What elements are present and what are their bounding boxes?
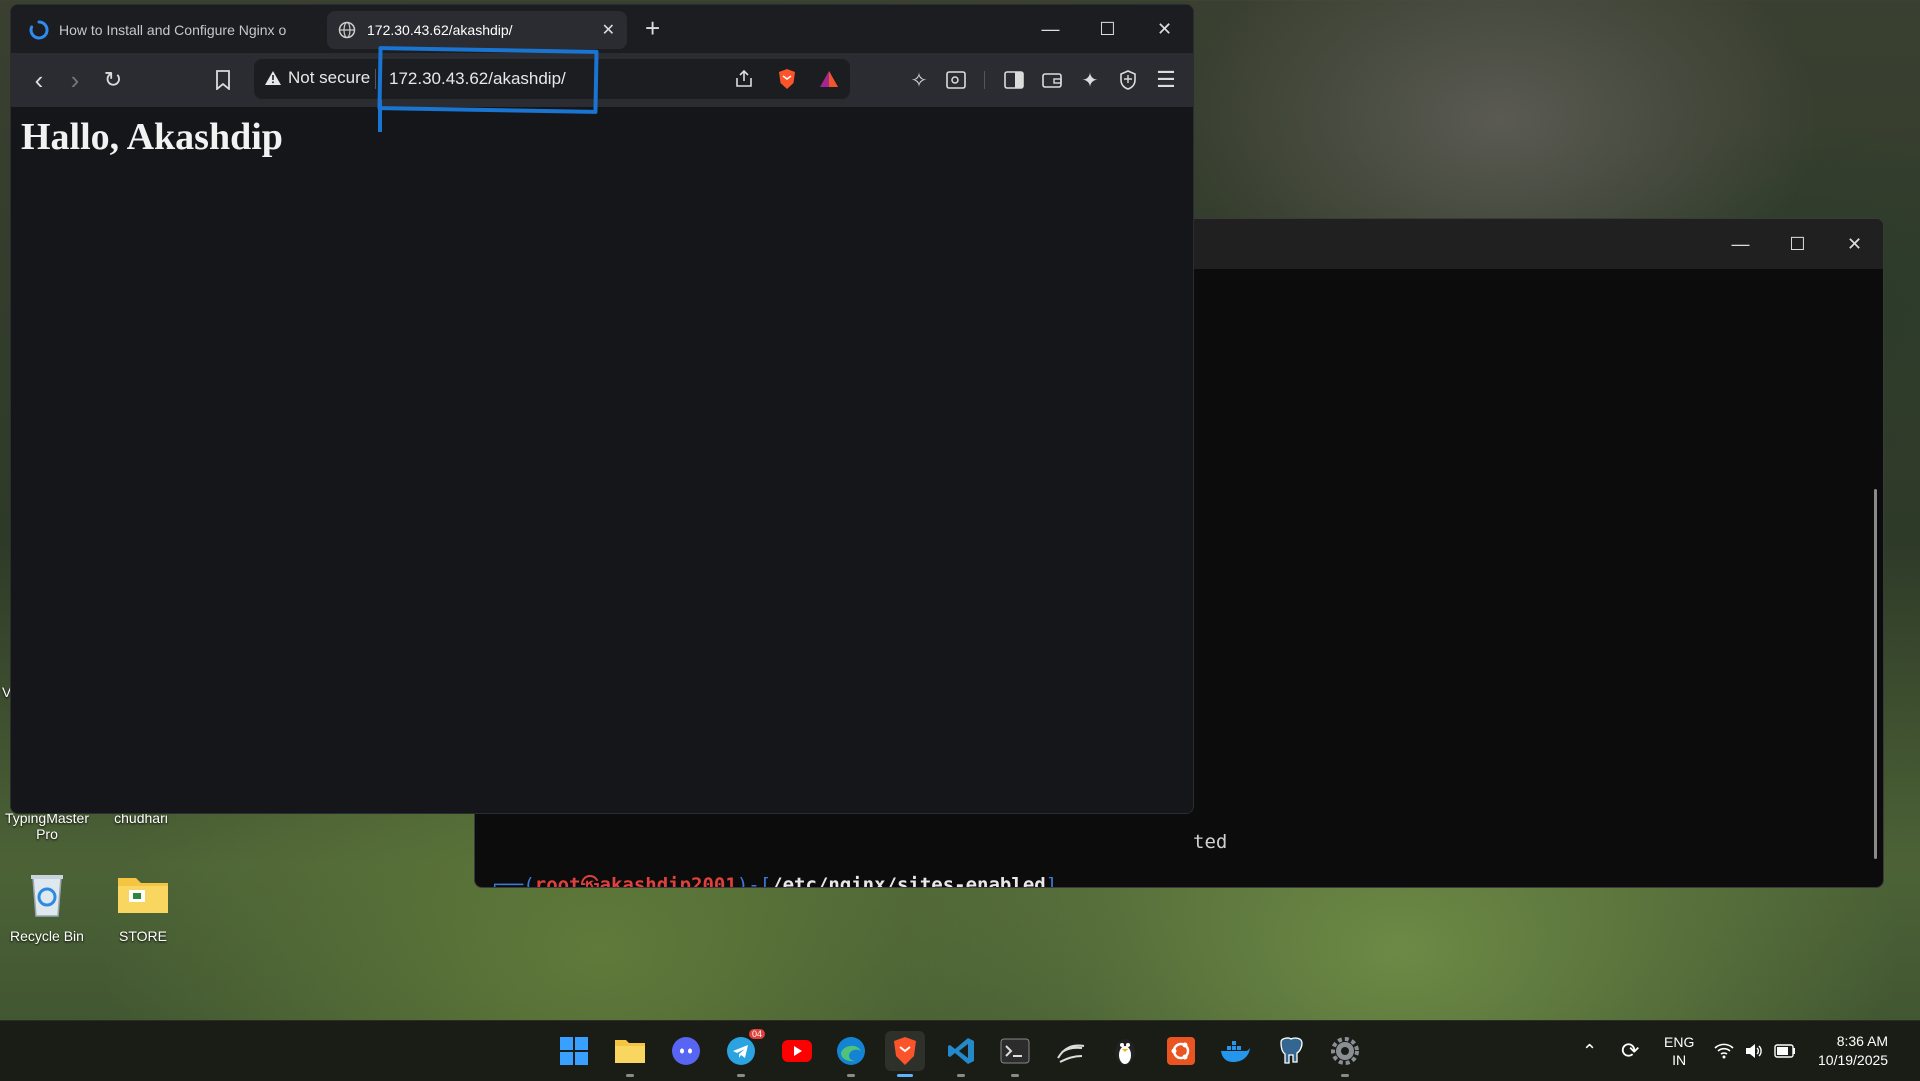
taskbar-edge[interactable] xyxy=(831,1031,871,1077)
recycle-bin-label: Recycle Bin xyxy=(10,928,84,944)
extensions-icon[interactable]: ✧ xyxy=(905,66,933,94)
tab-akashdip[interactable]: 172.30.43.62/akashdip/ ✕ xyxy=(327,11,627,49)
tux-penguin-icon xyxy=(1115,1039,1135,1065)
postgresql-elephant-icon xyxy=(1280,1037,1303,1064)
taskbar-docker[interactable] xyxy=(1215,1031,1255,1071)
taskbar-postgresql[interactable] xyxy=(1271,1031,1311,1071)
back-icon[interactable]: ‹ xyxy=(25,65,53,95)
ubuntu-icon xyxy=(1167,1037,1195,1065)
store-folder-shortcut[interactable]: STORE xyxy=(88,866,198,944)
discord-icon xyxy=(672,1037,700,1065)
vpn-shield-icon[interactable] xyxy=(1114,66,1142,94)
prompt-at: ㉿ xyxy=(580,874,600,888)
tab-title: 172.30.43.62/akashdip/ xyxy=(367,22,513,38)
language-indicator[interactable]: ENG IN xyxy=(1664,1021,1694,1081)
security-label: Not secure xyxy=(288,68,371,87)
taskbar-terminal[interactable] xyxy=(995,1031,1035,1077)
volume-icon xyxy=(1746,1044,1762,1058)
page-heading: Hallo, Akashdip xyxy=(21,116,283,158)
taskbar: 04 ⌃ ⟳ ENG IN 8:36 AM 10/19/2025 xyxy=(0,1020,1920,1081)
terminal-minimize-button[interactable]: — xyxy=(1712,219,1769,269)
browser-maximize-button[interactable]: ☐ xyxy=(1079,5,1136,53)
bookmark-icon[interactable] xyxy=(209,66,237,94)
reader-mode-icon[interactable] xyxy=(942,66,970,94)
brave-icon xyxy=(894,1037,916,1065)
edge-icon xyxy=(837,1037,865,1065)
vscode-icon xyxy=(948,1038,974,1064)
toolbar-divider xyxy=(984,71,985,89)
new-tab-button[interactable]: + xyxy=(645,15,660,41)
battery-icon xyxy=(1774,1044,1795,1058)
taskbar-settings[interactable] xyxy=(1325,1031,1365,1077)
globe-icon xyxy=(337,20,357,40)
taskbar-brave[interactable] xyxy=(885,1031,925,1077)
terminal-close-button[interactable]: ✕ xyxy=(1826,219,1883,269)
wallet-icon[interactable] xyxy=(1038,66,1066,94)
terminal-prompt-line: ┌──(root㉿akashdip2001)-[/etc/nginx/sites… xyxy=(489,870,1057,888)
taskbar-discord[interactable] xyxy=(666,1031,706,1071)
tray-sync-icon[interactable]: ⟳ xyxy=(1621,1021,1639,1081)
loading-spinner-icon xyxy=(29,20,49,40)
leo-ai-icon[interactable]: ✦ xyxy=(1076,66,1104,94)
youtube-icon xyxy=(782,1040,812,1062)
clock[interactable]: 8:36 AM 10/19/2025 xyxy=(1818,1021,1888,1081)
telegram-icon xyxy=(727,1037,755,1065)
tab-strip[interactable]: How to Install and Configure Nginx o 172… xyxy=(11,5,1193,53)
taskbar-ubuntu[interactable] xyxy=(1161,1031,1201,1071)
wifi-icon xyxy=(1714,1043,1734,1059)
store-folder-label: STORE xyxy=(119,928,167,944)
brave-shields-icon[interactable] xyxy=(773,65,801,93)
page-content: Hallo, Akashdip xyxy=(11,107,1193,813)
prompt-host: akashdip2001 xyxy=(599,874,737,888)
region-code: IN xyxy=(1672,1052,1687,1068)
share-icon[interactable] xyxy=(730,65,758,93)
language-code: ENG xyxy=(1664,1034,1695,1050)
recycle-bin-shortcut[interactable]: Recycle Bin xyxy=(0,866,102,944)
tray-overflow-chevron-icon[interactable]: ⌃ xyxy=(1582,1021,1597,1081)
prompt-user: root xyxy=(534,874,581,888)
terminal-maximize-button[interactable]: ☐ xyxy=(1769,219,1826,269)
taskbar-youtube[interactable] xyxy=(777,1031,817,1071)
browser-window[interactable]: How to Install and Configure Nginx o 172… xyxy=(10,4,1194,814)
highlight-annotation-stroke xyxy=(378,100,382,132)
tab-nginx-guide[interactable]: How to Install and Configure Nginx o xyxy=(19,11,331,49)
brave-rewards-icon[interactable] xyxy=(815,65,843,93)
url-highlight-annotation xyxy=(377,46,599,114)
browser-minimize-button[interactable]: — xyxy=(1022,5,1079,53)
terminal-icon xyxy=(1000,1038,1030,1064)
sidebar-toggle-icon[interactable] xyxy=(1000,66,1028,94)
folder-icon xyxy=(615,1040,645,1063)
clock-time: 8:36 AM xyxy=(1836,1033,1889,1049)
clock-date: 10/19/2025 xyxy=(1818,1052,1889,1068)
recycle-bin-icon xyxy=(19,866,75,922)
network-status[interactable] xyxy=(1714,1021,1796,1081)
warning-icon xyxy=(265,71,281,85)
taskbar-kali[interactable] xyxy=(1051,1031,1091,1071)
terminal-scrollbar[interactable] xyxy=(1874,489,1877,859)
tab-title: How to Install and Configure Nginx o xyxy=(59,22,287,38)
address-divider xyxy=(375,69,376,89)
taskbar-telegram[interactable]: 04 xyxy=(721,1029,765,1077)
taskbar-vscode[interactable] xyxy=(941,1031,981,1077)
close-tab-icon[interactable]: ✕ xyxy=(602,20,615,40)
gear-icon xyxy=(1331,1037,1359,1065)
kali-dragon-icon xyxy=(1057,1044,1085,1063)
telegram-badge: 04 xyxy=(748,1029,765,1039)
taskbar-file-explorer[interactable] xyxy=(610,1031,650,1077)
browser-close-button[interactable]: ✕ xyxy=(1136,5,1193,53)
browser-toolbar: ‹ › ↻ Not secure 172.30.43.62/akashdip/ … xyxy=(11,53,1193,107)
desktop-label-typingmaster[interactable]: TypingMaster Pro xyxy=(2,810,92,842)
start-button[interactable] xyxy=(554,1031,594,1071)
forward-icon[interactable]: › xyxy=(61,65,89,95)
site-info-button[interactable]: Not secure xyxy=(264,68,370,88)
folder-icon xyxy=(115,866,171,922)
windows-logo-icon xyxy=(560,1037,588,1065)
terminal-partial-output: ted xyxy=(1193,831,1228,853)
docker-whale-icon xyxy=(1221,1041,1250,1062)
menu-icon[interactable]: ☰ xyxy=(1152,66,1180,94)
reload-icon[interactable]: ↻ xyxy=(99,66,127,94)
prompt-path: /etc/nginx/sites-enabled xyxy=(771,874,1046,888)
taskbar-tux[interactable] xyxy=(1105,1031,1145,1071)
